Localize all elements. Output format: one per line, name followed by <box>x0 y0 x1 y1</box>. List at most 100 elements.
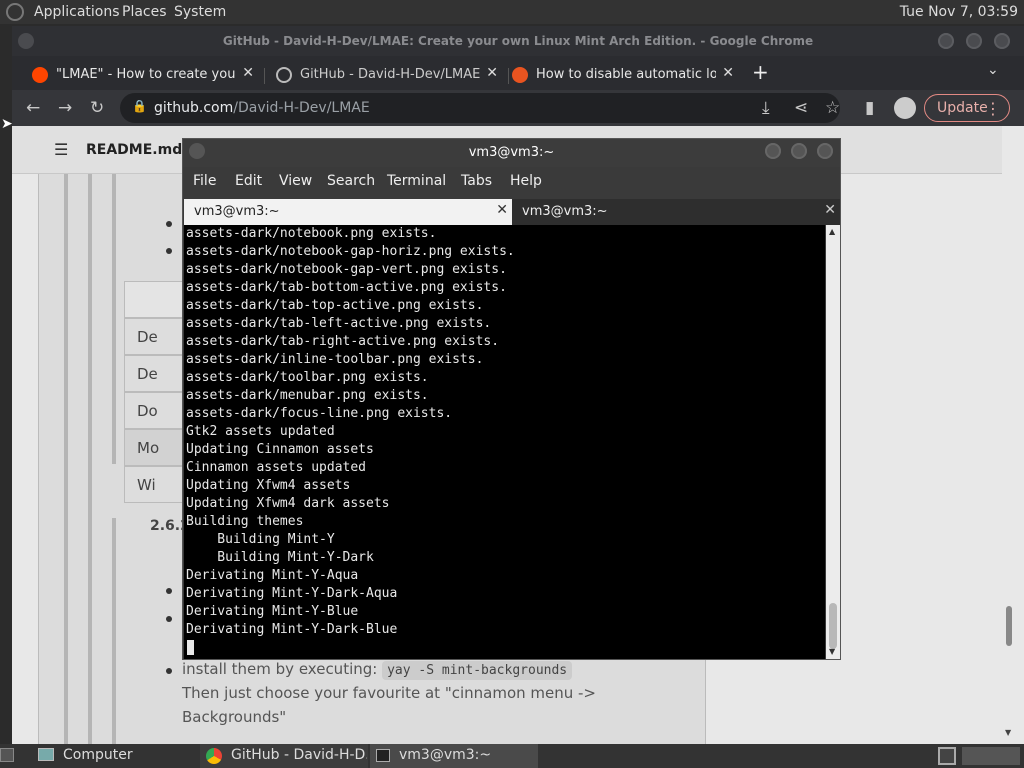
new-tab-icon[interactable]: + <box>752 60 769 84</box>
install-icon[interactable]: ⤓ <box>762 98 770 118</box>
terminal-output[interactable]: assets-dark/notebook.png exists. assets-… <box>184 225 825 659</box>
indent-line <box>88 174 92 744</box>
list-icon[interactable]: ☰ <box>54 140 68 159</box>
star-icon[interactable]: ☆ <box>825 98 840 118</box>
terminal-scrollbar[interactable]: ▲ ▼ <box>826 225 840 659</box>
close-tab-icon[interactable]: ✕ <box>496 202 508 218</box>
computer-icon <box>38 748 54 761</box>
menu-help[interactable]: Help <box>510 173 542 189</box>
taskbar-item-label: vm3@vm3:~ <box>399 747 492 763</box>
terminal-line: Updating Cinnamon assets <box>186 442 374 457</box>
terminal-title: vm3@vm3:~ <box>468 145 555 160</box>
page-scrollbar-thumb[interactable] <box>1006 606 1012 646</box>
maximize-button[interactable] <box>791 143 807 159</box>
menu-view[interactable]: View <box>279 173 312 189</box>
indent-line <box>64 174 68 744</box>
taskbar-item-label: GitHub - David-H-D... <box>231 747 367 763</box>
taskbar-item-chrome[interactable]: GitHub - David-H-D... <box>200 744 368 768</box>
avatar-icon[interactable] <box>894 97 916 119</box>
terminal-tab-label: vm3@vm3:~ <box>194 204 280 219</box>
terminal-tab-label: vm3@vm3:~ <box>522 204 608 219</box>
scroll-up-arrow-icon[interactable]: ▲ <box>829 227 835 236</box>
arrow-left-icon[interactable]: ← <box>26 98 40 118</box>
lock-icon[interactable]: 🔒 <box>132 99 147 113</box>
indent-line <box>112 174 116 464</box>
url-text[interactable]: github.com/David-H-Dev/LMAE <box>154 100 370 116</box>
menu-terminal[interactable]: Terminal <box>387 173 446 189</box>
close-tab-icon[interactable]: ✕ <box>824 202 836 218</box>
table-cell: Do <box>124 392 184 429</box>
menu-tabs[interactable]: Tabs <box>461 173 492 189</box>
close-button[interactable] <box>817 143 833 159</box>
close-tab-icon[interactable]: ✕ <box>486 65 498 81</box>
menu-system[interactable]: System <box>174 4 226 20</box>
tab-askubuntu[interactable]: How to disable automatic logi ✕ <box>502 60 742 90</box>
menu-search[interactable]: Search <box>327 173 375 189</box>
terminal-titlebar[interactable]: vm3@vm3:~ <box>183 139 840 167</box>
menu-places[interactable]: Places <box>122 4 167 20</box>
taskbar-item-computer[interactable]: Computer <box>34 744 194 768</box>
address-bar[interactable]: 🔒 github.com/David-H-Dev/LMAE <box>120 93 840 123</box>
table-header-cell <box>124 281 184 318</box>
instruction-text: install them by executing: <box>182 660 378 678</box>
terminal-tab[interactable]: vm3@vm3:~ ✕ <box>184 199 512 225</box>
terminal-line: Updating Xfwm4 assets <box>186 478 351 493</box>
tab-github[interactable]: GitHub - David-H-Dev/LMAE: C ✕ <box>266 60 506 90</box>
share-icon[interactable]: ⋖ <box>794 98 808 118</box>
terminal-line: assets-dark/menubar.png exists. <box>186 388 429 403</box>
terminal-tab[interactable]: vm3@vm3:~ ✕ <box>512 199 840 225</box>
tab-label: How to disable automatic logi <box>536 67 716 82</box>
mint-logo-icon[interactable] <box>6 3 24 21</box>
terminal-line: assets-dark/inline-toolbar.png exists. <box>186 352 484 367</box>
workspace-switcher-icon[interactable] <box>938 747 956 765</box>
chrome-titlebar[interactable]: GitHub - David-H-Dev/LMAE: Create your o… <box>12 26 1024 56</box>
table-cell: Wi <box>124 466 184 503</box>
minimize-button[interactable] <box>765 143 781 159</box>
toolbar: ← → ↻ 🔒 github.com/David-H-Dev/LMAE ⤓ ⋖ … <box>12 90 1024 126</box>
terminal-line: Derivating Mint-Y-Dark-Blue <box>186 622 398 637</box>
text-cursor <box>187 640 194 655</box>
tab-separator <box>264 68 265 84</box>
tab-reddit[interactable]: "LMAE" - How to create your own ✕ <box>22 60 262 90</box>
taskbar-item-label: Computer <box>63 747 133 763</box>
install-command: yay -S mint-backgrounds <box>382 661 573 680</box>
clock[interactable]: Tue Nov 7, 03:59 <box>900 4 1018 20</box>
list-bullet <box>166 221 172 227</box>
scroll-down-arrow-icon[interactable]: ▼ <box>829 647 835 656</box>
table-cell: De <box>124 355 184 392</box>
list-bullet <box>166 668 172 674</box>
chevron-down-icon[interactable]: ⌄ <box>987 62 999 78</box>
close-tab-icon[interactable]: ✕ <box>242 65 254 81</box>
minimize-button[interactable] <box>938 33 954 49</box>
show-desktop-icon[interactable] <box>0 748 14 762</box>
side-panel-icon[interactable]: ▮ <box>865 98 874 118</box>
close-tab-icon[interactable]: ✕ <box>722 65 734 81</box>
terminal-line: assets-dark/tab-right-active.png exists. <box>186 334 500 349</box>
taskbar-item-terminal[interactable]: vm3@vm3:~ <box>370 744 538 768</box>
maximize-button[interactable] <box>966 33 982 49</box>
reload-icon[interactable]: ↻ <box>90 98 104 118</box>
terminal-line: assets-dark/tab-bottom-active.png exists… <box>186 280 507 295</box>
workspace-switcher[interactable] <box>962 747 1020 765</box>
menu-file[interactable]: File <box>193 173 216 189</box>
menu-applications[interactable]: Applications <box>34 4 120 20</box>
mouse-pointer-icon: ➤ <box>1 116 13 132</box>
terminal-scrollbar-thumb[interactable] <box>829 603 837 649</box>
terminal-line: assets-dark/notebook-gap-horiz.png exist… <box>186 244 515 259</box>
update-button[interactable]: Update ⋮ <box>924 94 1010 122</box>
arrow-right-icon[interactable]: → <box>58 98 72 118</box>
chrome-icon <box>206 748 222 764</box>
close-button[interactable] <box>994 33 1010 49</box>
terminal-line: assets-dark/notebook-gap-vert.png exists… <box>186 262 507 277</box>
terminal-line: Cinnamon assets updated <box>186 460 367 475</box>
kebab-menu-icon[interactable]: ⋮ <box>985 99 1001 118</box>
askubuntu-icon <box>512 67 528 83</box>
terminal-icon <box>376 749 390 762</box>
instruction-line: Then just choose your favourite at "cinn… <box>182 684 597 702</box>
top-panel: Applications Places System Tue Nov 7, 03… <box>0 0 1024 24</box>
menu-edit[interactable]: Edit <box>235 173 262 189</box>
update-label: Update <box>937 100 988 116</box>
scroll-down-arrow-icon[interactable]: ▼ <box>1005 728 1011 737</box>
terminal-line: Derivating Mint-Y-Dark-Aqua <box>186 586 398 601</box>
terminal-line: Building Mint-Y <box>186 532 335 547</box>
